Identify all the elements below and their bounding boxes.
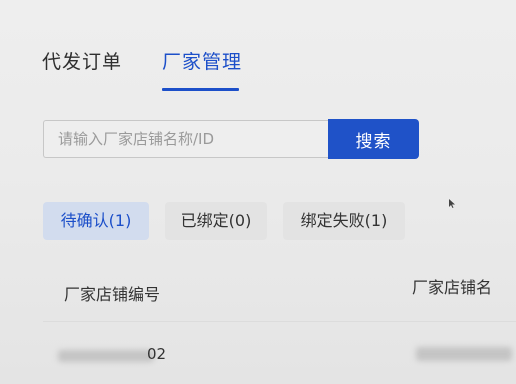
column-header-shop-id: 厂家店铺编号 (64, 285, 161, 304)
mouse-pointer-icon (449, 199, 455, 208)
tab-manufacturer-management[interactable]: 厂家管理 (162, 47, 242, 74)
column-header-shop-name: 厂家店铺名 (412, 278, 493, 297)
filter-bind-failed[interactable]: 绑定失败(1) (283, 202, 405, 240)
blurred-shop-id (58, 350, 154, 362)
tab-bar: 代发订单 厂家管理 (0, 0, 516, 100)
tab-proxy-orders[interactable]: 代发订单 (42, 47, 122, 74)
filter-bound[interactable]: 已绑定(0) (165, 202, 267, 240)
app-screen: 代发订单 厂家管理 搜索 待确认(1) 已绑定(0) 绑定失败(1) 厂家店铺编… (0, 0, 516, 384)
search-button[interactable]: 搜索 (328, 119, 419, 159)
search-input[interactable] (43, 120, 329, 158)
blurred-shop-name (416, 347, 512, 361)
table-row[interactable]: 02 (0, 330, 516, 384)
active-tab-indicator (162, 88, 239, 91)
filter-pending[interactable]: 待确认(1) (43, 202, 149, 240)
table-divider (43, 321, 516, 322)
search-bar: 搜索 (43, 119, 419, 160)
shop-id-suffix: 02 (147, 345, 167, 363)
